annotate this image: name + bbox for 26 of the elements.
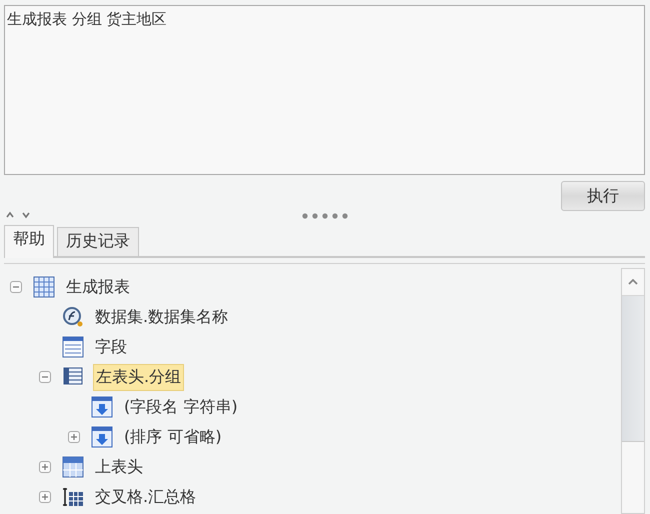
splitter-grip-icon[interactable]	[302, 213, 348, 219]
tree-item-label[interactable]: 交叉格.汇总格	[93, 484, 198, 510]
tree-item-label[interactable]: 字段	[93, 334, 129, 360]
query-editor[interactable]: 生成报表 分组 货主地区	[4, 5, 645, 175]
expand-icon[interactable]	[39, 491, 51, 503]
expand-icon[interactable]	[68, 431, 80, 443]
tab[interactable]: 帮助	[4, 225, 54, 258]
expand-icon[interactable]	[39, 461, 51, 473]
scrollbar[interactable]	[621, 268, 645, 514]
tree-item-label[interactable]: (排序 可省略)	[122, 424, 224, 450]
collapse-icon[interactable]	[39, 371, 51, 383]
scroll-thumb[interactable]	[622, 296, 644, 442]
tree-item-label[interactable]: 左表头.分组	[93, 364, 184, 390]
collapse-icon[interactable]	[10, 281, 22, 293]
list-icon	[62, 336, 84, 358]
crosstab-icon	[62, 486, 84, 508]
function-magnifier-icon	[62, 306, 84, 328]
run-button[interactable]: 执行	[561, 181, 645, 211]
tree-item-label[interactable]: 生成报表	[64, 274, 132, 300]
tree-item-label[interactable]: 上表头	[93, 454, 145, 480]
table-icon	[62, 456, 84, 478]
tree-item-label[interactable]: 数据集.数据集名称	[93, 304, 230, 330]
grid-icon	[33, 276, 55, 298]
tree-item-label[interactable]: (字段名 字符串)	[122, 394, 240, 420]
tab[interactable]: 历史记录	[57, 227, 139, 256]
up-caret-icon	[628, 279, 638, 285]
